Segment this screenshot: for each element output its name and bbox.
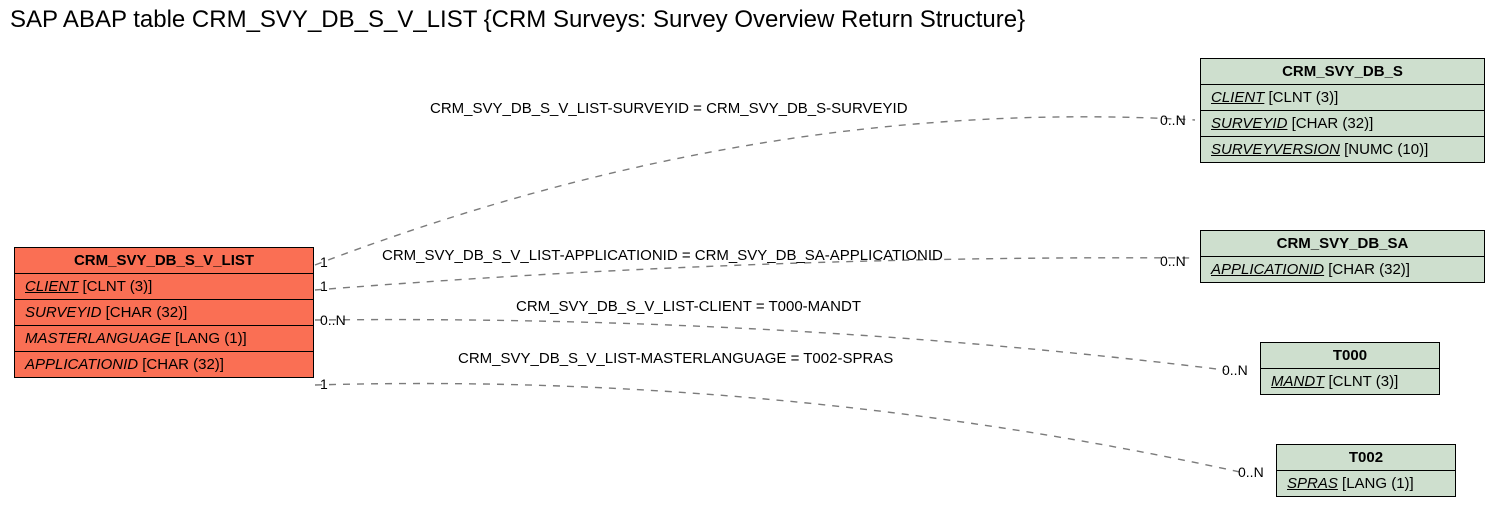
relation-label-r2: CRM_SVY_DB_S_V_LIST-APPLICATIONID = CRM_… [382, 247, 943, 264]
entity-t000: T000 MANDT [CLNT (3)] [1260, 342, 1440, 395]
field-type: [CHAR (32)] [106, 304, 188, 321]
entity-header: T000 [1261, 343, 1439, 369]
entity-main-field: CLIENT [CLNT (3)] [15, 274, 313, 300]
card-right-r3: 0..N [1222, 362, 1248, 378]
field-type: [CHAR (32)] [1328, 261, 1410, 278]
field-type: [LANG (1)] [175, 330, 247, 347]
field-name: CLIENT [25, 278, 78, 295]
entity-field: SURVEYID [CHAR (32)] [1201, 111, 1484, 137]
entity-field: CLIENT [CLNT (3)] [1201, 85, 1484, 111]
entity-main-field: MASTERLANGUAGE [LANG (1)] [15, 326, 313, 352]
field-name: SURVEYID [1211, 115, 1287, 132]
card-left-r3: 0..N [320, 312, 346, 328]
page-title: SAP ABAP table CRM_SVY_DB_S_V_LIST {CRM … [10, 6, 1025, 34]
entity-main-header: CRM_SVY_DB_S_V_LIST [15, 248, 313, 274]
field-type: [CHAR (32)] [142, 356, 224, 373]
field-name: APPLICATIONID [25, 356, 138, 373]
field-name: APPLICATIONID [1211, 261, 1324, 278]
field-type: [CLNT (3)] [1329, 373, 1399, 390]
relation-label-r4: CRM_SVY_DB_S_V_LIST-MASTERLANGUAGE = T00… [458, 350, 893, 367]
card-left-r1: 1 [320, 254, 328, 270]
entity-header: CRM_SVY_DB_SA [1201, 231, 1484, 257]
entity-main-field: APPLICATIONID [CHAR (32)] [15, 352, 313, 377]
entity-field: SURVEYVERSION [NUMC (10)] [1201, 137, 1484, 162]
line-r4 [315, 384, 1240, 472]
field-name: SURVEYVERSION [1211, 141, 1340, 158]
field-type: [CLNT (3)] [1269, 89, 1339, 106]
field-name: MANDT [1271, 373, 1324, 390]
field-type: [CHAR (32)] [1292, 115, 1374, 132]
entity-header: CRM_SVY_DB_S [1201, 59, 1484, 85]
entity-field: SPRAS [LANG (1)] [1277, 471, 1455, 496]
entity-main: CRM_SVY_DB_S_V_LIST CLIENT [CLNT (3)] SU… [14, 247, 314, 378]
field-name: CLIENT [1211, 89, 1264, 106]
card-right-r2: 0..N [1160, 253, 1186, 269]
card-right-r4: 0..N [1238, 464, 1264, 480]
entity-header: T002 [1277, 445, 1455, 471]
entity-field: MANDT [CLNT (3)] [1261, 369, 1439, 394]
entity-t002: T002 SPRAS [LANG (1)] [1276, 444, 1456, 497]
card-left-r4: 1 [320, 376, 328, 392]
entity-main-field: SURVEYID [CHAR (32)] [15, 300, 313, 326]
field-type: [CLNT (3)] [83, 278, 153, 295]
card-right-r1: 0..N [1160, 112, 1186, 128]
entity-crm-svy-db-s: CRM_SVY_DB_S CLIENT [CLNT (3)] SURVEYID … [1200, 58, 1485, 163]
field-name: SURVEYID [25, 304, 101, 321]
line-r1 [315, 117, 1195, 265]
field-name: SPRAS [1287, 475, 1338, 492]
card-left-r2: 1 [320, 278, 328, 294]
field-type: [NUMC (10)] [1344, 141, 1428, 158]
relation-label-r3: CRM_SVY_DB_S_V_LIST-CLIENT = T000-MANDT [516, 298, 861, 315]
entity-field: APPLICATIONID [CHAR (32)] [1201, 257, 1484, 282]
entity-crm-svy-db-sa: CRM_SVY_DB_SA APPLICATIONID [CHAR (32)] [1200, 230, 1485, 283]
field-type: [LANG (1)] [1342, 475, 1414, 492]
relation-label-r1: CRM_SVY_DB_S_V_LIST-SURVEYID = CRM_SVY_D… [430, 100, 908, 117]
field-name: MASTERLANGUAGE [25, 330, 171, 347]
